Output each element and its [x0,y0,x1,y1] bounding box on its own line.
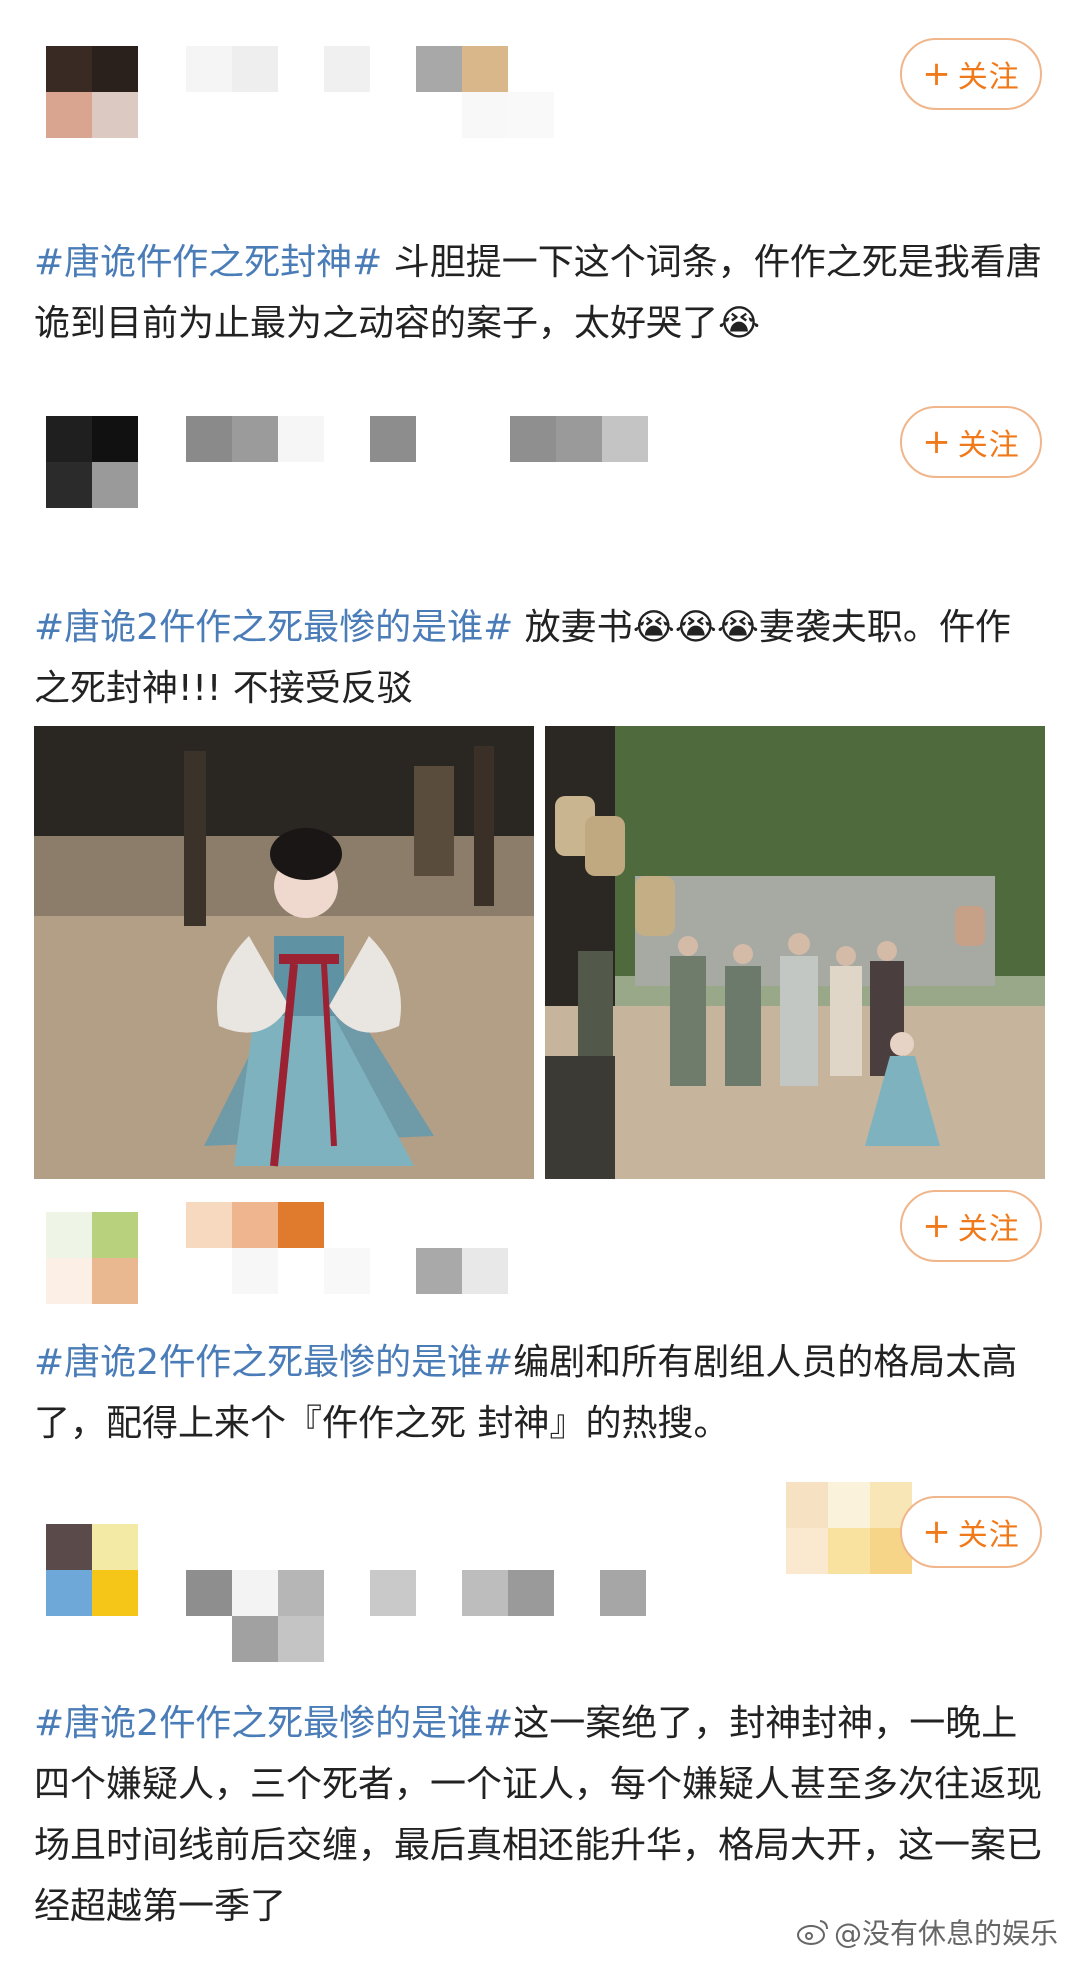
post-1-follow-button[interactable]: + 关注 [900,38,1042,110]
post-3-hashtag[interactable]: #唐诡2仵作之死最惨的是谁# [34,1342,513,1383]
post-1-username-blurred[interactable] [186,46,646,138]
follow-label: 关注 [957,60,1020,95]
post-4-text: #唐诡2仵作之死最惨的是谁#这一案绝了，封神封神，一晚上四个嫌疑人，三个死者，一… [34,1693,1044,1937]
post-2-username-blurred[interactable] [186,416,648,462]
post-4-follow-button[interactable]: + 关注 [900,1496,1042,1568]
follow-label: 关注 [957,1518,1020,1553]
post-4-avatar[interactable] [46,1524,138,1616]
post-4-hashtag[interactable]: #唐诡2仵作之死最惨的是谁# [34,1703,513,1744]
post-2-photo-2[interactable] [545,726,1045,1179]
post-2-body-part1: 放妻书 [513,607,633,648]
post-4-username-blurred[interactable] [186,1524,706,1664]
courtyard-group-photo [545,726,1045,1179]
follow-label: 关注 [957,428,1020,463]
plus-icon: + [922,1206,952,1246]
post-4-blurred-badge [786,1482,912,1574]
post-3-text: #唐诡2仵作之死最惨的是谁#编剧和所有剧组人员的格局太高了，配得上来个『仵作之死… [34,1332,1044,1454]
plus-icon: + [922,54,952,94]
kneeling-woman-photo [34,726,534,1179]
post-1-hashtag[interactable]: #唐诡仵作之死封神# [34,242,382,283]
weibo-logo-icon [796,1918,830,1953]
post-2-avatar[interactable] [46,416,138,508]
post-2-text: #唐诡2仵作之死最惨的是谁# 放妻书😭😭😭妻袭夫职。仵作之死封神!!! 不接受反… [34,597,1044,719]
plus-icon: + [922,1512,952,1552]
crying-emoji-icon: 😭 [718,303,761,344]
post-1-avatar[interactable] [46,46,138,138]
follow-label: 关注 [957,1212,1020,1247]
post-2-photo-1[interactable] [34,726,534,1179]
watermark-text: @没有休息的娱乐 [833,1917,1058,1950]
crying-emoji-icon: 😭😭😭 [632,607,759,648]
watermark: @没有休息的娱乐 [796,1912,1058,1953]
post-3-avatar[interactable] [46,1212,138,1304]
post-1-text: #唐诡仵作之死封神# 斗胆提一下这个词条，仵作之死是我看唐诡到目前为止最为之动容… [34,232,1044,354]
plus-icon: + [922,422,952,462]
post-3-follow-button[interactable]: + 关注 [900,1190,1042,1262]
post-2-hashtag[interactable]: #唐诡2仵作之死最惨的是谁# [34,607,513,648]
post-3-username-blurred[interactable] [186,1202,516,1294]
post-2-follow-button[interactable]: + 关注 [900,406,1042,478]
